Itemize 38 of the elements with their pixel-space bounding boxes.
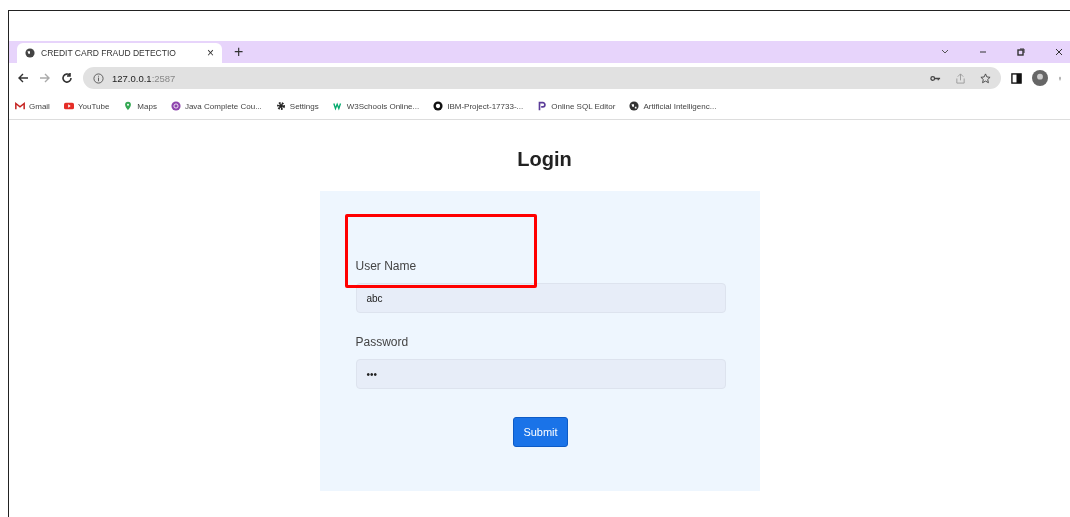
star-icon[interactable] <box>980 72 991 84</box>
bookmark-link[interactable]: Java Complete Cou... <box>184 101 262 111</box>
info-icon <box>93 72 104 84</box>
mail-icon <box>15 101 25 111</box>
sidebar-icon[interactable] <box>1011 72 1022 84</box>
bookmark-link[interactable]: Settings <box>289 101 319 111</box>
field-label: User Name <box>355 259 417 273</box>
w-logo-icon <box>332 101 343 111</box>
bookmark-link[interactable]: Online SQL Editor <box>551 101 616 111</box>
play-icon <box>63 101 74 111</box>
avatar-icon[interactable] <box>1032 70 1048 86</box>
bookmark-link[interactable]: IBM-Project-17733-... <box>447 101 524 111</box>
bookmark-link[interactable]: Maps <box>137 101 157 111</box>
bookmark-link[interactable]: W3Schools Online... <box>346 101 420 111</box>
p-logo-icon <box>537 101 548 111</box>
back-icon[interactable] <box>17 72 29 84</box>
bookmark-link[interactable]: Gmail <box>29 101 50 111</box>
reload-icon[interactable] <box>61 72 73 84</box>
globe-icon <box>25 48 35 58</box>
new-tab-button[interactable]: + <box>222 43 256 63</box>
tab-title: CREDIT CARD FRAUD DETECTIO <box>41 48 177 58</box>
circle-icon <box>170 101 181 111</box>
browser-tab[interactable]: CREDIT CARD FRAUD DETECTIO × <box>17 43 222 63</box>
page-title: Login <box>516 148 572 171</box>
input-field[interactable]: ••• <box>355 359 726 389</box>
address-bar[interactable]: 127.0.0.1:2587 <box>83 67 1001 89</box>
settings-icon <box>275 101 286 111</box>
restore-icon[interactable] <box>1016 47 1026 57</box>
bookmark-link[interactable]: YouTube <box>77 101 110 111</box>
close-icon[interactable] <box>1054 47 1064 57</box>
submit-button[interactable]: Submit <box>513 417 568 447</box>
bookmark-link[interactable]: Artificial Intelligenc... <box>643 101 717 111</box>
globe-icon <box>629 101 640 111</box>
cat-logo-icon <box>433 101 444 111</box>
field-label: Password <box>355 335 409 349</box>
map-pin-icon <box>123 101 134 111</box>
tab-close-button[interactable]: × <box>207 46 214 60</box>
input-field[interactable]: abc <box>355 283 726 313</box>
